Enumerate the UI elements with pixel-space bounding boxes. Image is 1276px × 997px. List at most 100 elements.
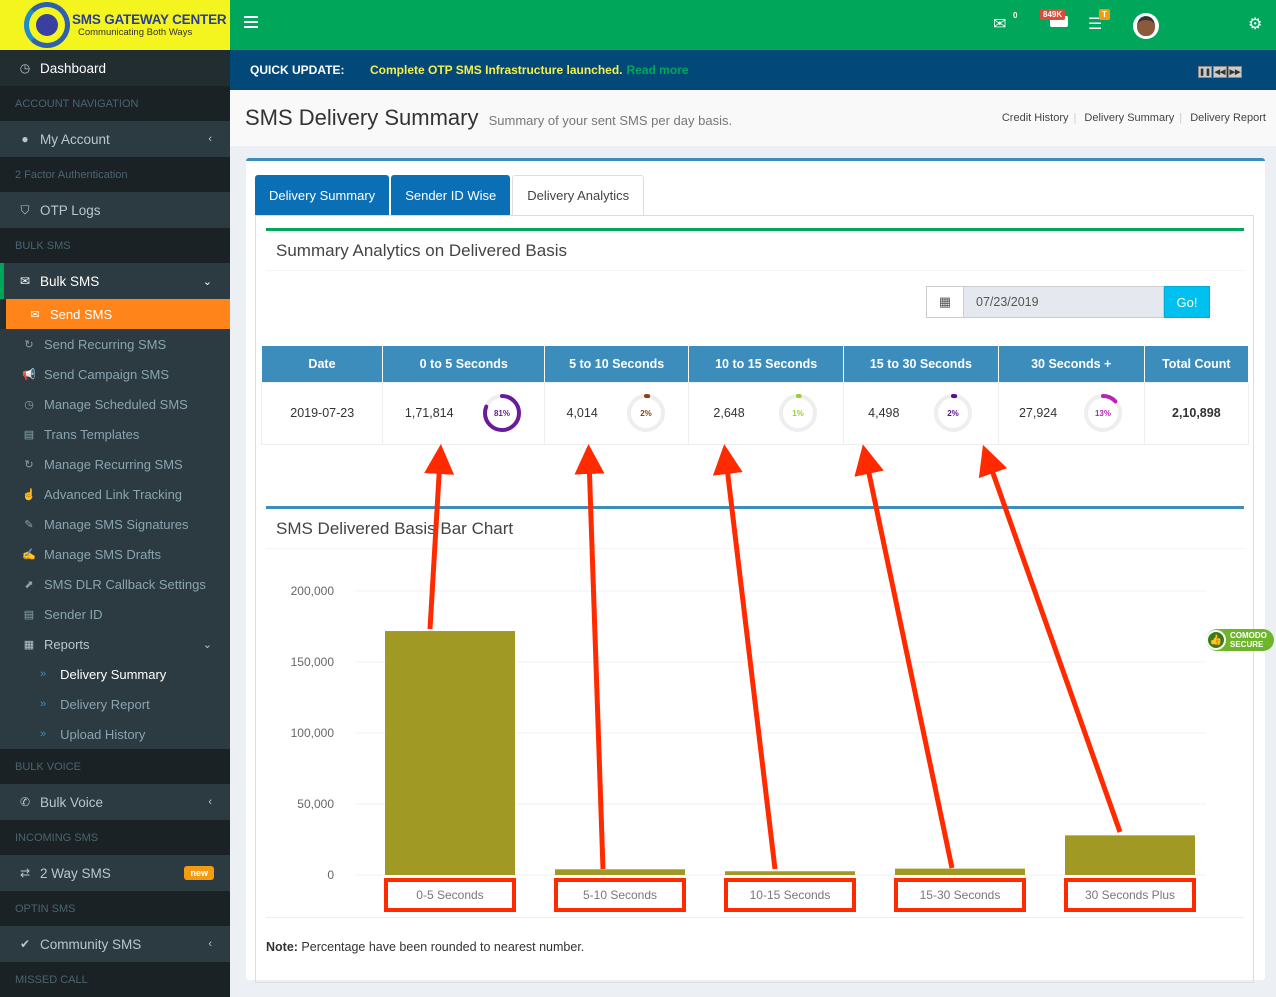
calendar-icon: ▦ (23, 638, 35, 651)
gears-icon[interactable]: ⚙ (1248, 14, 1262, 34)
bar (725, 871, 855, 875)
brand-logo[interactable]: SMS GATEWAY CENTER Communicating Both Wa… (0, 0, 230, 50)
sidebar-item-community-sms[interactable]: ✔ Community SMS ‹ (0, 926, 230, 962)
sidebar-item-send-sms[interactable]: ✉ Send SMS (6, 299, 230, 329)
percentage-donut: 1% (778, 394, 817, 432)
prev-button[interactable]: ◀◀ (1213, 66, 1227, 78)
bar (1065, 835, 1195, 875)
sidebar-item-manage-sms-signatures[interactable]: ✎ Manage SMS Signatures (0, 509, 230, 539)
count-value: 27,924 (1018, 406, 1058, 420)
thumbs-up-icon: 👍 (1206, 630, 1226, 650)
pause-button[interactable]: ❚❚ (1198, 66, 1212, 78)
inbox-icon: ▤ (23, 428, 35, 441)
double-chevron-icon: » (40, 698, 47, 710)
x-tick-label: 0-5 Seconds (416, 888, 483, 902)
chevron-left-icon: ‹ (208, 133, 212, 145)
sidebar-item-sms-dlr-callback-settings[interactable]: ⬈ SMS DLR Callback Settings (0, 569, 230, 599)
quick-update-message: Complete OTP SMS Infrastructure launched… (370, 63, 623, 77)
sidebar-item-manage-recurring-sms[interactable]: ↻ Manage Recurring SMS (0, 449, 230, 479)
sidebar-item-send-campaign-sms[interactable]: 📢 Send Campaign SMS (0, 359, 230, 389)
go-button[interactable]: Go! (1164, 286, 1210, 318)
date-picker: ▦ Go! (926, 286, 1210, 318)
sidebar: ◷ Dashboard ACCOUNT NAVIGATION ● My Accoun… (0, 50, 230, 997)
count-cell: 1,71,814 81% (382, 381, 545, 445)
double-chevron-icon: » (40, 728, 47, 740)
clock-icon: ◷ (24, 398, 34, 411)
tab-sender-id-wise[interactable]: Sender ID Wise (391, 175, 511, 215)
sidebar-item-manage-sms-drafts[interactable]: ✍ Manage SMS Drafts (0, 539, 230, 569)
mail-icon[interactable]: ✉ (993, 14, 1006, 34)
column-header: Total Count (1144, 346, 1250, 382)
sidebar-item-delivery-summary[interactable]: » Delivery Summary (0, 659, 230, 689)
sidebar-item-upload-history[interactable]: » Upload History (0, 719, 230, 749)
tab-delivery-summary[interactable]: Delivery Summary (255, 175, 390, 215)
x-tick-label: 15-30 Seconds (920, 888, 1001, 902)
link-delivery-summary[interactable]: Delivery Summary (1084, 112, 1174, 124)
sidebar-item-send-recurring-sms[interactable]: ↻ Send Recurring SMS (0, 329, 230, 359)
count-cell: 4,014 2% (543, 381, 690, 445)
bar (895, 868, 1025, 875)
sidebar-item-trans-templates[interactable]: ▤ Trans Templates (0, 419, 230, 449)
sidebar-item-bulk-voice[interactable]: ✆ Bulk Voice ‹ (0, 784, 230, 820)
sidebar-item-otp-logs[interactable]: ⛉ OTP Logs (0, 192, 230, 228)
summary-card: Summary Analytics on Delivered Basis ▦ G… (260, 228, 1250, 490)
double-chevron-icon: » (40, 668, 47, 680)
chevron-left-icon: ‹ (208, 796, 212, 808)
refresh-icon: ↻ (24, 338, 34, 351)
donut-label: 2% (640, 409, 652, 418)
file-icon: ▤ (23, 608, 35, 621)
sidebar-item-2-way-sms[interactable]: ⇄ 2 Way SMS new (0, 855, 230, 891)
x-tick-label: 5-10 Seconds (583, 888, 657, 902)
date-input[interactable] (964, 286, 1164, 318)
percentage-donut: 2% (626, 394, 665, 432)
sidebar-item-my-account[interactable]: ● My Account ‹ (0, 121, 230, 157)
pencil-icon: ✎ (24, 518, 34, 531)
credits-badge: 849K (1040, 9, 1066, 20)
read-more-link[interactable]: Read more (627, 63, 689, 77)
next-button[interactable]: ▶▶ (1228, 66, 1242, 78)
count-value: 1,71,814 (404, 406, 454, 420)
chevron-left-icon: ‹ (208, 938, 212, 950)
section-account: ACCOUNT NAVIGATION (0, 86, 230, 121)
count-cell: 27,924 13% (997, 381, 1145, 445)
note: Note: Percentage have been rounded to ne… (266, 940, 585, 954)
chart-title: SMS Delivered Basis Bar Chart (266, 509, 1244, 549)
check-icon: ✔ (19, 937, 31, 951)
sidebar-item-advanced-link-tracking[interactable]: ☝ Advanced Link Tracking (0, 479, 230, 509)
bar (555, 869, 685, 875)
user-avatar[interactable] (1133, 13, 1159, 39)
sidebar-item-sender-id[interactable]: ▤ Sender ID (0, 599, 230, 629)
external-link-icon: ⬈ (24, 578, 34, 591)
y-tick-label: 50,000 (297, 797, 334, 811)
donut-label: 13% (1094, 409, 1110, 418)
chart-card: SMS Delivered Basis Bar Chart 0 50,000 100… (266, 444, 1244, 918)
count-cell: 2,648 1% (688, 381, 845, 445)
sidebar-item-reports[interactable]: ▦ Reports ⌄ (0, 629, 230, 659)
count-cell: 4,498 2% (843, 381, 999, 445)
calendar-icon[interactable]: ▦ (926, 286, 964, 318)
link-credit-history[interactable]: Credit History (1002, 112, 1069, 124)
hand-pointer-icon: ☝ (22, 488, 36, 501)
edit-icon: ✍ (22, 548, 36, 561)
x-tick-label: 10-15 Seconds (750, 888, 831, 902)
brand-tagline: Communicating Both Ways (78, 27, 193, 38)
tab-delivery-analytics[interactable]: Delivery Analytics (512, 175, 645, 215)
y-tick-label: 150,000 (291, 655, 335, 669)
sidebar-item-bulk-sms[interactable]: ✉ Bulk SMS ⌄ (0, 263, 230, 299)
section-bulk-sms: BULK SMS (0, 228, 230, 263)
table-row: 2019-07-23 1,71,814 81% 4,014 2% 2,648 1% 4,498… (260, 381, 1250, 445)
mail-count: 0 (1013, 11, 1018, 20)
summary-title: Summary Analytics on Delivered Basis (266, 231, 1244, 271)
comodo-secure-badge[interactable]: 👍 COMODO SECURE (1206, 629, 1274, 651)
sidebar-item-delivery-report[interactable]: » Delivery Report (0, 689, 230, 719)
link-delivery-report[interactable]: Delivery Report (1190, 112, 1266, 124)
column-header: 10 to 15 Seconds (688, 346, 845, 382)
sidebar-item-manage-scheduled-sms[interactable]: ◷ Manage Scheduled SMS (0, 389, 230, 419)
sidebar-item-dashboard[interactable]: ◷ Dashboard (0, 50, 230, 86)
hamburger-icon[interactable] (244, 16, 258, 28)
percentage-donut: 13% (1083, 394, 1122, 432)
ticker-controls: ❚❚ ◀◀ ▶▶ (1198, 66, 1242, 78)
bar-chart: 0 50,000 100,000 150,000 200,000 0-5 Seconds 5… (291, 444, 1206, 912)
count-value: 2,648 (713, 406, 745, 420)
section-2fa: 2 Factor Authentication (0, 157, 230, 192)
